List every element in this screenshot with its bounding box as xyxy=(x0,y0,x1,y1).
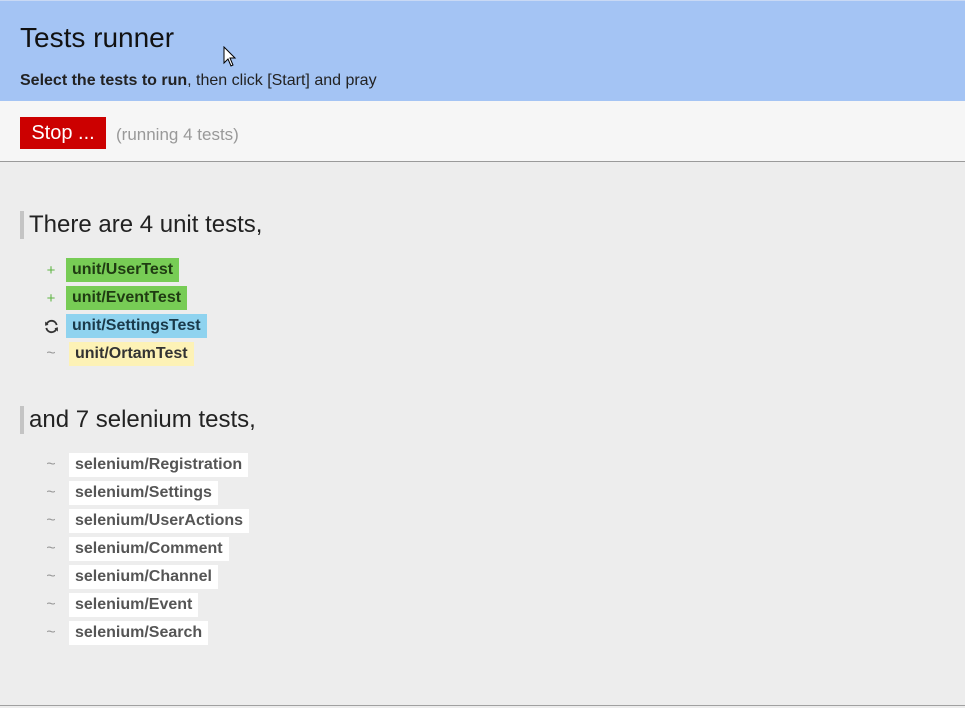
refresh-icon xyxy=(40,314,62,338)
unit-tests-heading: There are 4 unit tests, xyxy=(20,211,262,239)
toolbar: Stop ... (running 4 tests) xyxy=(0,101,965,162)
test-label[interactable]: selenium/Registration xyxy=(69,453,249,477)
subtitle-emphasis: Select the tests to run xyxy=(20,72,188,89)
test-label[interactable]: selenium/Settings xyxy=(69,481,218,505)
test-label[interactable]: unit/UserTest xyxy=(66,258,180,282)
test-label[interactable]: selenium/Event xyxy=(69,593,199,617)
subtitle-rest: , then click [Start] and pray xyxy=(187,72,377,89)
bottom-divider xyxy=(0,705,965,706)
tilde-icon: ~ xyxy=(46,624,56,641)
test-label[interactable]: unit/SettingsTest xyxy=(66,314,207,338)
tilde-icon: ~ xyxy=(46,568,56,585)
test-label[interactable]: selenium/UserActions xyxy=(69,509,250,533)
stop-button[interactable]: Stop ... xyxy=(20,117,106,149)
tilde-icon: ~ xyxy=(46,456,56,473)
selenium-tests-heading: and 7 selenium tests, xyxy=(20,406,256,434)
mouse-cursor-icon xyxy=(223,46,237,67)
test-label[interactable]: unit/OrtamTest xyxy=(69,342,194,366)
page-title: Tests runner xyxy=(20,22,175,53)
page-subtitle: Select the tests to run, then click [Sta… xyxy=(20,72,377,90)
test-label[interactable]: unit/EventTest xyxy=(66,286,188,310)
header: Tests runner Select the tests to run, th… xyxy=(0,0,965,101)
tilde-icon: ~ xyxy=(46,345,56,362)
tilde-icon: ~ xyxy=(46,512,56,529)
test-label[interactable]: selenium/Comment xyxy=(69,537,229,561)
plus-icon: + xyxy=(46,289,56,307)
test-label[interactable]: selenium/Search xyxy=(69,621,209,645)
tilde-icon: ~ xyxy=(46,596,56,613)
plus-icon: + xyxy=(46,261,56,279)
tilde-icon: ~ xyxy=(46,484,56,501)
tilde-icon: ~ xyxy=(46,540,56,557)
test-label[interactable]: selenium/Channel xyxy=(69,565,218,589)
run-status: (running 4 tests) xyxy=(116,125,239,144)
